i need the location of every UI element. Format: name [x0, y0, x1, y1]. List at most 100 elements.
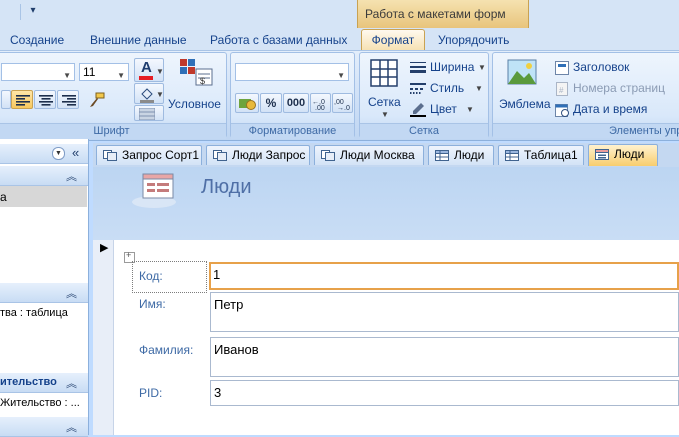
- pen-icon: [410, 103, 426, 117]
- chevron-down-icon: ▼: [156, 67, 164, 76]
- format-painter-button[interactable]: [85, 90, 107, 109]
- line-style-label: Стиль: [430, 81, 465, 95]
- nav-pane-header[interactable]: ▼ «: [0, 144, 88, 164]
- font-color-swatch: [139, 76, 153, 80]
- field-label-first-name: Имя:: [139, 297, 166, 311]
- conditional-formatting-label: Условное: [168, 97, 221, 111]
- controls-group: Эмблема Заголовок # Номера страниц Дата …: [492, 52, 679, 138]
- qat-customize-icon[interactable]: ▾: [28, 6, 38, 16]
- alternate-fill-button[interactable]: [134, 105, 164, 121]
- tab-create[interactable]: Создание: [10, 31, 64, 49]
- nav-group-header-3[interactable]: ительство ︽: [0, 373, 88, 393]
- doc-tab-label: Люди Запрос: [232, 148, 306, 162]
- nav-item-selected[interactable]: а: [0, 186, 87, 207]
- conditional-formatting-button[interactable]: $ Условное: [168, 59, 221, 117]
- page-numbers-button: # Номера страниц: [553, 80, 679, 98]
- decrease-decimals-icon: ,00 →,0: [334, 99, 350, 110]
- line-width-button[interactable]: Ширина ▼: [408, 59, 488, 77]
- doc-tab-label: Люди: [614, 147, 645, 161]
- move-cross-icon: +: [126, 250, 132, 260]
- align-left-button[interactable]: [11, 90, 33, 109]
- doc-tab-label: Таблица1: [524, 148, 578, 162]
- doc-tab-query-sort1[interactable]: Запрос Сорт1: [96, 145, 202, 165]
- tab-arrange[interactable]: Упорядочить: [438, 31, 509, 49]
- field-input-pid[interactable]: 3: [210, 380, 679, 406]
- font-group: ▼ 11 ▼ A ▼ ▼ $ Условное Шрифт: [0, 52, 227, 139]
- doc-tab-label: Люди Москва: [340, 148, 415, 162]
- line-style-button[interactable]: Стиль ▼: [408, 80, 488, 98]
- doc-tab-people-moscow[interactable]: Люди Москва: [314, 145, 424, 165]
- align-center-button[interactable]: [34, 90, 56, 109]
- tab-format[interactable]: Формат: [361, 29, 425, 52]
- svg-text:$: $: [200, 76, 205, 86]
- logo-button[interactable]: Эмблема: [497, 57, 551, 117]
- decrease-decimals-button[interactable]: ,00 →,0: [332, 93, 353, 113]
- field-input-last-name[interactable]: Иванов: [210, 337, 679, 377]
- nav-group-header-4[interactable]: ︽: [0, 417, 88, 437]
- title-button[interactable]: Заголовок: [553, 59, 679, 77]
- chevron-up-icon: ︽: [66, 288, 77, 300]
- align-right-button[interactable]: [57, 90, 79, 109]
- form-title: Люди: [201, 176, 252, 198]
- table-icon: [505, 150, 519, 161]
- chevron-down-icon: ▼: [475, 84, 483, 93]
- line-width-label: Ширина: [430, 60, 475, 74]
- nav-item[interactable]: Жительство : ...: [0, 395, 87, 413]
- align-left-icon: [16, 95, 30, 106]
- nav-item-label: Жительство : ...: [0, 397, 80, 409]
- chevron-down-icon: ▼: [156, 90, 164, 99]
- percent-button[interactable]: %: [260, 93, 282, 113]
- fill-color-button[interactable]: ▼: [134, 83, 164, 104]
- number-format-combo[interactable]: ▼: [235, 63, 349, 81]
- title-bar: [0, 0, 679, 29]
- increase-decimals-button[interactable]: ←,0 ,00: [310, 93, 331, 113]
- nav-menu-chevron-icon[interactable]: ▼: [52, 147, 65, 160]
- nav-item-label: а: [0, 190, 7, 204]
- field-input-id[interactable]: 1: [209, 262, 679, 290]
- currency-button[interactable]: [235, 93, 259, 113]
- align-tail-button[interactable]: [1, 90, 11, 109]
- formatting-group: ▼ % 000 ←,0 ,00 ,00 →,0 Форматирование: [230, 52, 355, 139]
- doc-tab-people-table[interactable]: Люди: [428, 145, 494, 165]
- gridlines-button[interactable]: Сетка ▼: [364, 57, 404, 119]
- nav-group-header-2[interactable]: ︽: [0, 283, 88, 303]
- nav-group-title: ительство: [0, 376, 57, 388]
- thousands-button[interactable]: 000: [283, 93, 309, 113]
- format-painter-icon: [90, 92, 105, 107]
- gridlines-label: Сетка: [368, 95, 401, 109]
- tab-database-tools[interactable]: Работа с базами данных: [210, 31, 347, 49]
- chevron-down-icon: ▼: [478, 63, 486, 72]
- calendar-clock-icon: [555, 104, 569, 117]
- font-color-button[interactable]: A ▼: [134, 58, 164, 82]
- font-size-combo[interactable]: 11 ▼: [79, 63, 129, 81]
- chevron-up-icon: ︽: [66, 171, 77, 183]
- form-logo-icon: [132, 173, 176, 208]
- doc-tab-people-form[interactable]: Люди: [588, 144, 658, 166]
- tab-external-data[interactable]: Внешние данные: [90, 31, 187, 49]
- chevron-down-icon: ▼: [381, 110, 389, 119]
- collapse-pane-icon[interactable]: «: [72, 145, 79, 160]
- chevron-down-icon: ▼: [466, 105, 474, 114]
- record-selector[interactable]: ▶: [93, 240, 114, 435]
- align-right-icon: [62, 95, 76, 106]
- increase-decimals-icon: ←,0 ,00: [312, 99, 325, 110]
- nav-item-label: тва : таблица: [0, 307, 68, 319]
- field-label-pid: PID:: [139, 386, 163, 400]
- date-time-label: Дата и время: [573, 102, 648, 116]
- font-group-label: Шрифт: [0, 123, 226, 139]
- font-name-combo[interactable]: ▼: [1, 63, 75, 81]
- doc-tab-people-query[interactable]: Люди Запрос: [206, 145, 310, 165]
- nav-item[interactable]: тва : таблица: [0, 305, 87, 323]
- doc-tab-label: Люди: [454, 148, 485, 162]
- gridlines-icon: [370, 59, 398, 87]
- logo-icon: [507, 59, 537, 85]
- chevron-up-icon: ︽: [66, 378, 77, 390]
- query-icon: [103, 150, 117, 161]
- line-color-button[interactable]: Цвет ▼: [408, 101, 488, 119]
- doc-tab-table1[interactable]: Таблица1: [498, 145, 584, 165]
- nav-group-header-1[interactable]: ︽: [0, 166, 88, 186]
- date-time-button[interactable]: Дата и время: [553, 101, 679, 119]
- svg-text:,00: ,00: [315, 105, 325, 110]
- field-input-first-name[interactable]: Петр: [210, 292, 679, 332]
- field-label-last-name: Фамилия:: [139, 343, 194, 357]
